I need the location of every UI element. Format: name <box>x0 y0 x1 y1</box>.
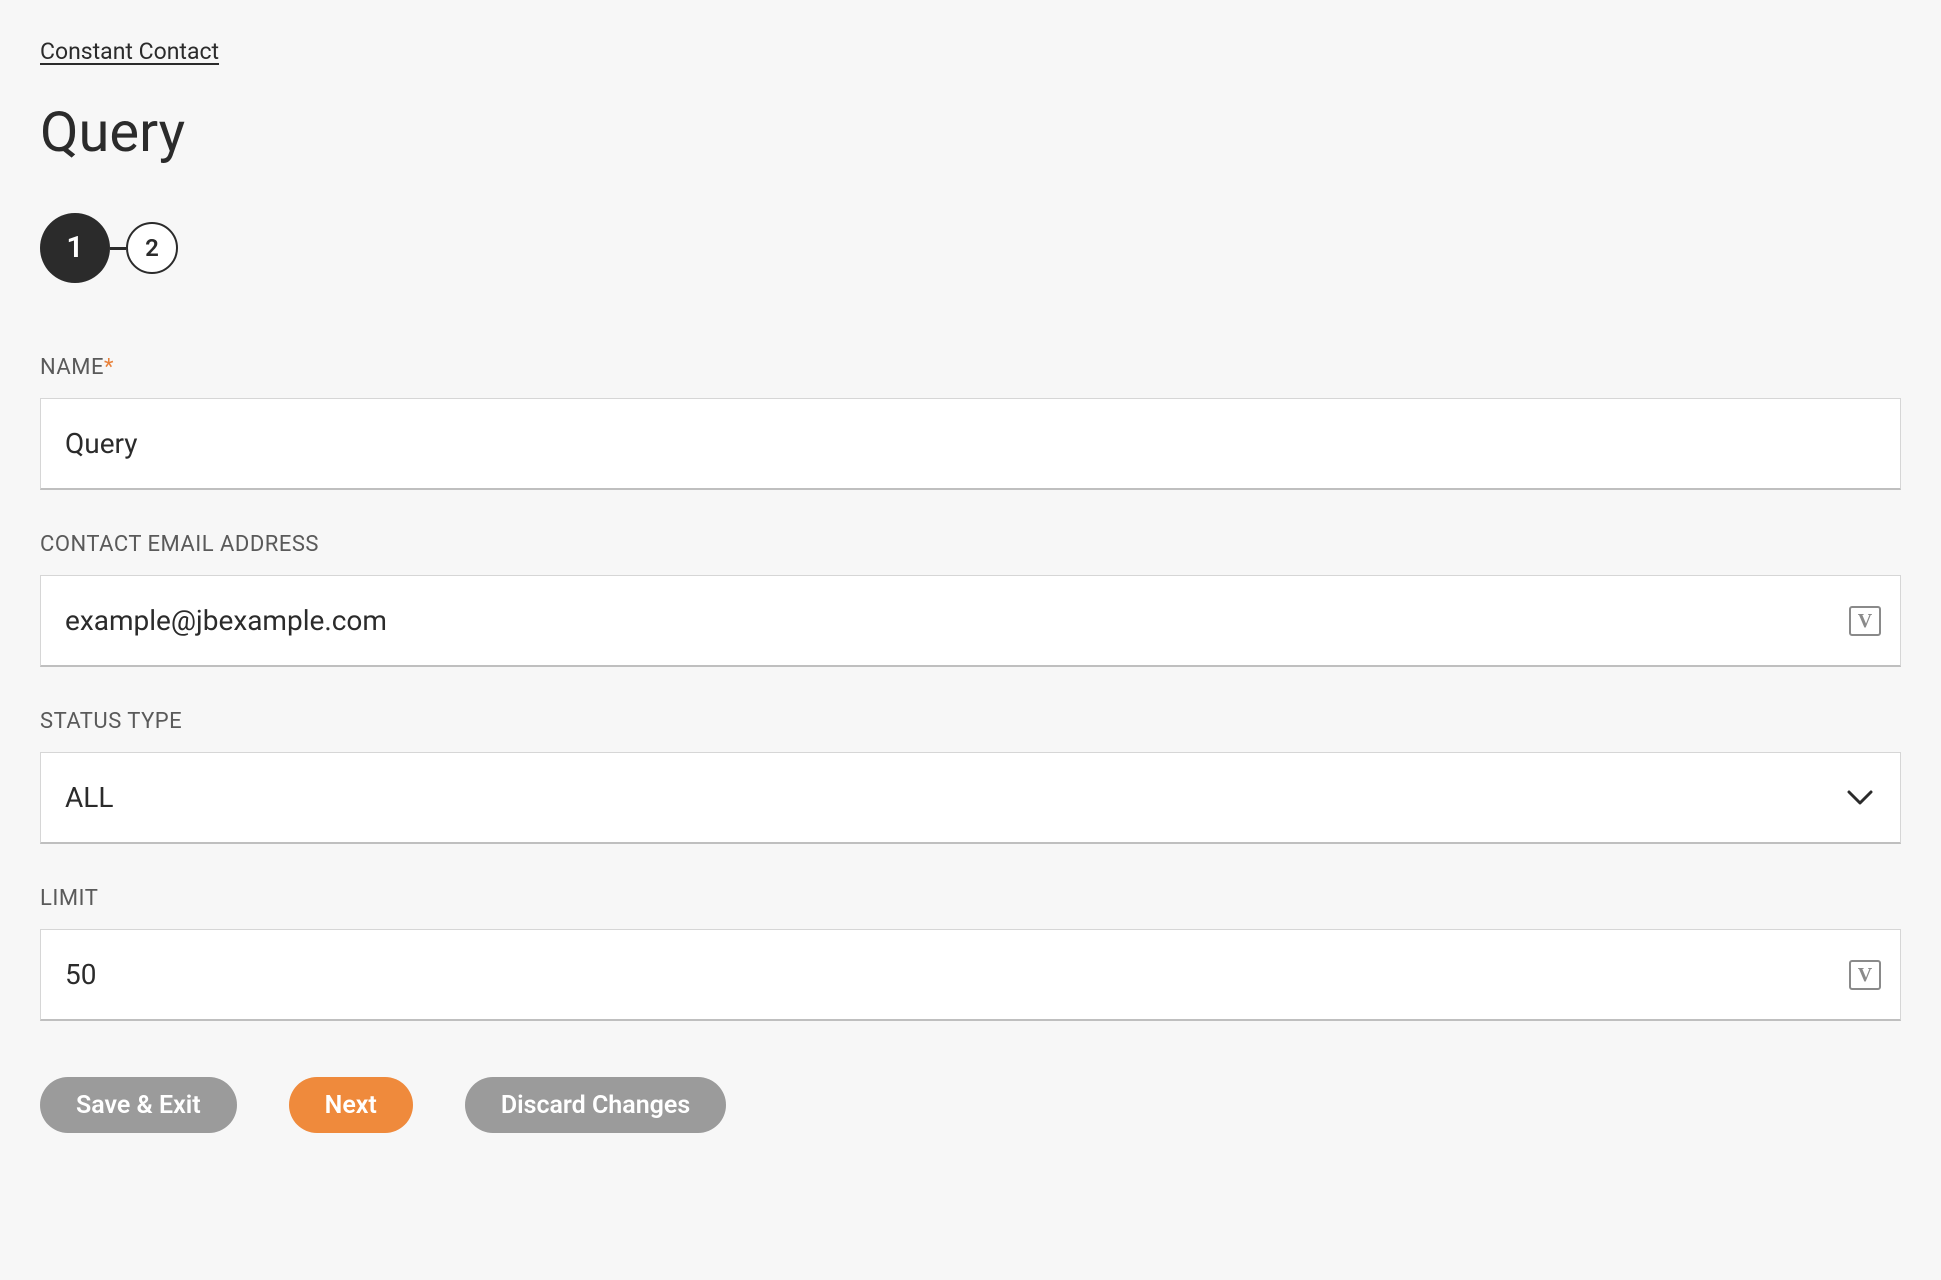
variable-icon[interactable]: V <box>1849 960 1881 990</box>
field-email: CONTACT EMAIL ADDRESS V <box>40 532 1901 667</box>
name-label: NAME* <box>40 355 1901 380</box>
status-value: ALL <box>65 781 113 814</box>
status-select[interactable]: ALL <box>40 752 1901 844</box>
field-name: NAME* <box>40 355 1901 490</box>
required-mark: * <box>104 355 114 380</box>
email-label: CONTACT EMAIL ADDRESS <box>40 532 1901 557</box>
stepper: 1 2 <box>40 213 1901 283</box>
step-2[interactable]: 2 <box>126 222 178 274</box>
variable-icon[interactable]: V <box>1849 606 1881 636</box>
save-exit-button[interactable]: Save & Exit <box>40 1077 237 1133</box>
discard-changes-button[interactable]: Discard Changes <box>465 1077 726 1133</box>
page-title: Query <box>40 99 1901 165</box>
breadcrumb-link[interactable]: Constant Contact <box>40 38 219 65</box>
form: NAME* CONTACT EMAIL ADDRESS V STATUS TYP… <box>40 355 1901 1133</box>
name-label-text: NAME <box>40 355 104 380</box>
step-connector <box>110 247 126 250</box>
field-limit: LIMIT V <box>40 886 1901 1021</box>
name-input[interactable] <box>40 398 1901 490</box>
step-1[interactable]: 1 <box>40 213 110 283</box>
step-2-label: 2 <box>145 234 159 262</box>
status-label: STATUS TYPE <box>40 709 1901 734</box>
field-status: STATUS TYPE ALL <box>40 709 1901 844</box>
action-bar: Save & Exit Next Discard Changes <box>40 1077 1901 1133</box>
limit-label: LIMIT <box>40 886 1901 911</box>
step-1-label: 1 <box>66 230 83 265</box>
limit-input[interactable] <box>40 929 1901 1021</box>
email-input[interactable] <box>40 575 1901 667</box>
next-button[interactable]: Next <box>289 1077 413 1133</box>
